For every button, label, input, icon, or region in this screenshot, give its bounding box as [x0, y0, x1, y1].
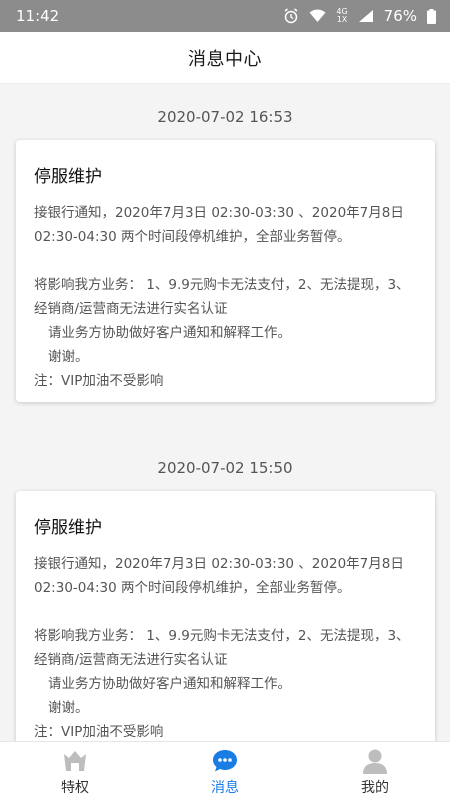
battery-icon: [427, 8, 436, 24]
bottom-tab-bar: 特权 消息 我的: [0, 741, 450, 800]
signal-icon: [358, 10, 373, 22]
tab-label: 特权: [61, 780, 89, 796]
page-title: 消息中心: [188, 48, 262, 70]
message-line: 将影响我方业务： 1、9.9元购卡无法支付，2、无法提现，3、经销商/运营商无法…: [34, 628, 410, 668]
message-card[interactable]: 停服维护 接银行通知，2020年7月3日 02:30-03:30 、2020年7…: [16, 140, 435, 402]
message-list[interactable]: 2020-07-02 16:53 停服维护 接银行通知，2020年7月3日 02…: [0, 85, 450, 741]
message-line: 请业务方协助做好客户通知和解释工作。: [48, 676, 291, 692]
message-line: 注：VIP加油不受影响: [34, 724, 164, 740]
network-bottom-label: 1X: [336, 15, 348, 24]
tab-label: 消息: [211, 780, 239, 796]
message-body: 接银行通知，2020年7月3日 02:30-03:30 、2020年7月8日 0…: [34, 201, 417, 393]
message-body: 接银行通知，2020年7月3日 02:30-03:30 、2020年7月8日 0…: [34, 552, 417, 741]
message-timestamp: 2020-07-02 16:53: [157, 108, 293, 126]
tab-label: 我的: [361, 780, 389, 796]
status-icons: 4G 1X 76%: [283, 7, 436, 25]
message-line: 将影响我方业务： 1、9.9元购卡无法支付，2、无法提现，3、经销商/运营商无法…: [34, 277, 410, 317]
message-line: 注：VIP加油不受影响: [34, 373, 164, 389]
chat-bubble-icon: [212, 748, 238, 774]
person-icon: [362, 748, 388, 774]
tab-messages[interactable]: 消息: [150, 742, 300, 797]
message-line: 请业务方协助做好客户通知和解释工作。: [48, 325, 291, 341]
message-title: 停服维护: [34, 167, 102, 187]
message-line: 接银行通知，2020年7月3日 02:30-03:30 、2020年7月8日 0…: [34, 205, 404, 245]
tab-privileges[interactable]: 特权: [0, 742, 150, 797]
wifi-icon: [309, 9, 326, 22]
crown-icon: [62, 748, 88, 774]
message-line: 接银行通知，2020年7月3日 02:30-03:30 、2020年7月8日 0…: [34, 556, 404, 596]
message-line: 谢谢。: [48, 700, 89, 716]
status-time: 11:42: [16, 7, 60, 25]
message-card[interactable]: 停服维护 接银行通知，2020年7月3日 02:30-03:30 、2020年7…: [16, 491, 435, 741]
alarm-icon: [284, 8, 298, 24]
tab-profile[interactable]: 我的: [300, 742, 450, 797]
network-type: 4G 1X: [336, 8, 347, 24]
app-header: 消息中心: [0, 32, 450, 84]
message-timestamp: 2020-07-02 15:50: [157, 459, 293, 477]
battery-percent: 76%: [383, 7, 417, 25]
status-bar: 11:42 4G 1X 76%: [0, 0, 450, 32]
message-line: 谢谢。: [48, 349, 89, 365]
message-title: 停服维护: [34, 518, 102, 538]
